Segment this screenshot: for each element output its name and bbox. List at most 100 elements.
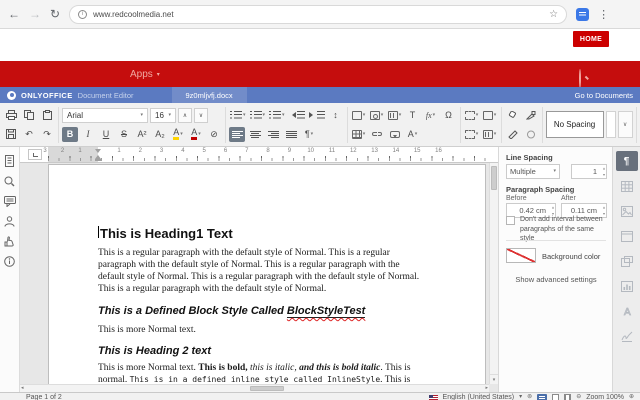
- insert-image-button[interactable]: ▾: [369, 108, 385, 123]
- bookmark-star-icon[interactable]: ☆: [549, 9, 558, 20]
- comments-icon[interactable]: [4, 196, 16, 207]
- page-orientation-button[interactable]: ▾: [482, 108, 498, 123]
- doc-paragraph-normal[interactable]: This is a regular paragraph with the def…: [98, 247, 422, 295]
- clear-formatting-button[interactable]: [505, 108, 521, 123]
- table-settings-icon[interactable]: [616, 176, 638, 196]
- spin-down-icon[interactable]: ▾: [603, 172, 605, 178]
- columns-button[interactable]: ▾: [482, 127, 498, 142]
- doc-block-style-heading[interactable]: This is a Defined Block Style Called Blo…: [98, 305, 422, 317]
- apps-menu[interactable]: Apps ▾: [130, 69, 160, 80]
- feedback-icon[interactable]: [4, 236, 15, 247]
- search-icon[interactable]: [4, 176, 15, 187]
- nonprinting-chars-button[interactable]: ¶▾: [301, 127, 317, 142]
- clear-style-button[interactable]: ⊘: [206, 127, 222, 142]
- align-right-button[interactable]: [265, 127, 281, 142]
- insert-dropcap-button[interactable]: A▾: [405, 127, 421, 142]
- mailmerge-button[interactable]: [523, 127, 539, 142]
- fit-width-icon[interactable]: [564, 394, 571, 400]
- copy-style-button[interactable]: [523, 108, 539, 123]
- decrease-font-button[interactable]: ∨: [194, 108, 208, 123]
- style-gallery-expand-button[interactable]: ∨: [618, 111, 633, 138]
- scroll-right-button[interactable]: ▸: [485, 385, 488, 392]
- shape-settings-icon[interactable]: [616, 251, 638, 271]
- back-icon[interactable]: ←: [8, 8, 20, 20]
- spin-up-icon[interactable]: ▾: [603, 166, 605, 172]
- text-art-settings-icon[interactable]: A: [616, 301, 638, 321]
- underline-button[interactable]: U: [98, 127, 114, 142]
- vertical-scrollbar[interactable]: ▾: [489, 163, 498, 384]
- hanging-indent-marker[interactable]: [95, 152, 101, 159]
- paragraph-settings-icon[interactable]: ¶: [616, 151, 638, 171]
- chart-settings-icon[interactable]: [616, 276, 638, 296]
- horizontal-ruler[interactable]: 32112345678910111213141516: [20, 147, 498, 163]
- align-left-button[interactable]: [229, 127, 245, 142]
- increase-font-button[interactable]: ∧: [178, 108, 192, 123]
- about-icon[interactable]: [4, 256, 15, 267]
- scroll-down-button[interactable]: ▾: [490, 374, 498, 384]
- insert-chart-button[interactable]: ▾: [387, 108, 403, 123]
- horizontal-scrollbar[interactable]: ◂ ▸: [20, 384, 489, 392]
- insert-equation-button[interactable]: fx▾: [423, 108, 439, 123]
- spin-up-icon[interactable]: ▾: [603, 205, 605, 211]
- document-tab[interactable]: 9z0mljvfj.docx: [172, 87, 247, 103]
- browser-menu-icon[interactable]: ⋮: [598, 8, 609, 21]
- increase-indent-button[interactable]: [308, 108, 326, 123]
- italic-button[interactable]: I: [80, 127, 96, 142]
- insert-textbox-button[interactable]: T: [405, 108, 421, 123]
- language-select[interactable]: English (United States): [443, 394, 515, 400]
- line-spacing-button[interactable]: ↕: [328, 108, 344, 123]
- site-info-icon[interactable]: i: [78, 10, 87, 19]
- dont-add-interval-checkbox[interactable]: [506, 216, 515, 225]
- align-center-button[interactable]: [247, 127, 263, 142]
- line-spacing-select[interactable]: Multiple ▾: [506, 164, 560, 179]
- left-indent-marker[interactable]: [95, 159, 102, 161]
- search-icon[interactable]: [579, 70, 588, 79]
- scroll-left-button[interactable]: ◂: [21, 385, 24, 392]
- vertical-scrollbar-thumb[interactable]: [491, 166, 497, 190]
- redo-button[interactable]: ↷: [39, 127, 55, 142]
- chat-icon[interactable]: [4, 216, 15, 227]
- background-color-swatch[interactable]: [506, 248, 536, 263]
- format-painter-button[interactable]: [505, 127, 521, 142]
- highlight-color-button[interactable]: A▾: [170, 127, 186, 142]
- subscript-button[interactable]: A₂: [152, 127, 168, 142]
- zoom-in-icon[interactable]: ⊕: [629, 394, 634, 400]
- superscript-button[interactable]: A²: [134, 127, 150, 142]
- document-page[interactable]: This is Heading1 Text This is a regular …: [48, 164, 486, 392]
- bullet-list-button[interactable]: ▾: [229, 108, 247, 123]
- reload-icon[interactable]: ↻: [50, 8, 60, 20]
- page-break-button[interactable]: ▾: [464, 127, 480, 142]
- spin-up-icon[interactable]: ▾: [552, 205, 554, 211]
- header-footer-settings-icon[interactable]: [616, 226, 638, 246]
- doc-paragraph-short[interactable]: This is more Normal text.: [98, 324, 422, 336]
- address-bar[interactable]: i www.redcoolmedia.net ☆: [69, 5, 567, 24]
- insert-hyperlink-button[interactable]: [369, 127, 385, 142]
- copy-button[interactable]: [21, 108, 37, 123]
- home-button[interactable]: HOME: [573, 31, 609, 47]
- font-color-button[interactable]: A▾: [188, 127, 204, 142]
- style-gallery-next[interactable]: [606, 111, 616, 138]
- insert-shape-button[interactable]: ▾: [351, 108, 367, 123]
- horizontal-scrollbar-thumb[interactable]: [250, 386, 284, 391]
- zoom-out-icon[interactable]: ⊖: [576, 394, 581, 400]
- doc-heading1[interactable]: This is Heading1 Text: [98, 226, 422, 241]
- url-text[interactable]: www.redcoolmedia.net: [93, 10, 173, 19]
- align-justify-button[interactable]: [283, 127, 299, 142]
- undo-button[interactable]: ↶: [21, 127, 37, 142]
- show-advanced-settings-link[interactable]: Show advanced settings: [499, 275, 613, 284]
- page-margins-button[interactable]: ▾: [464, 108, 480, 123]
- style-gallery-selected[interactable]: No Spacing: [546, 111, 604, 138]
- decrease-indent-button[interactable]: [288, 108, 306, 123]
- insert-comment-button[interactable]: [387, 127, 403, 142]
- multilevel-list-button[interactable]: ▾: [268, 108, 286, 123]
- forward-icon[interactable]: →: [29, 8, 41, 20]
- print-button[interactable]: [3, 108, 19, 123]
- font-size-select[interactable]: 16 ▾: [150, 108, 176, 123]
- document-canvas[interactable]: This is Heading1 Text This is a regular …: [20, 163, 498, 392]
- bold-button[interactable]: B: [62, 127, 78, 142]
- insert-table-button[interactable]: ▾: [351, 127, 367, 142]
- track-changes-icon[interactable]: [537, 394, 547, 400]
- doc-heading2[interactable]: This is Heading 2 text: [98, 345, 422, 357]
- page-thumbnails-icon[interactable]: [4, 155, 15, 167]
- tab-stop-selector[interactable]: [28, 149, 42, 160]
